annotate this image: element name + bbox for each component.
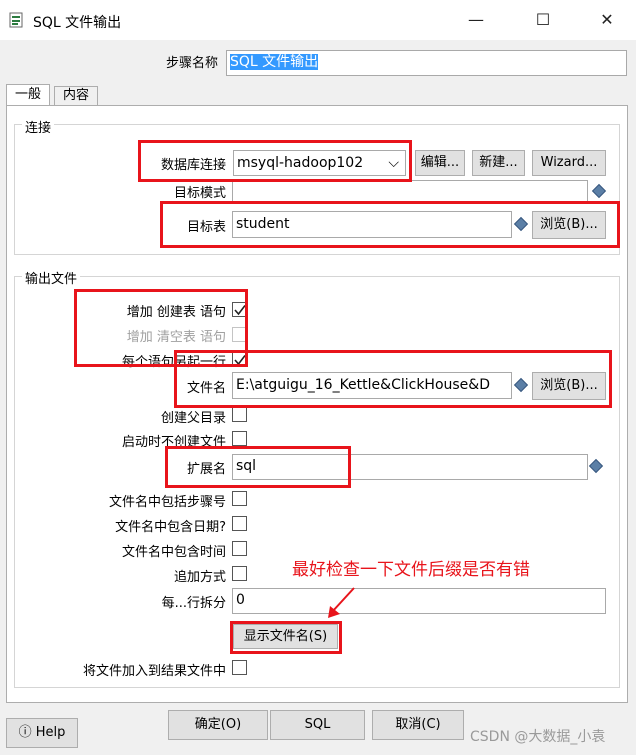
create-parent-checkbox[interactable] [232, 407, 247, 422]
cancel-button[interactable]: 取消(C) [372, 710, 464, 740]
filename-input[interactable]: E:\atguigu_16_Kettle&ClickHouse&D [232, 372, 512, 399]
wizard-button[interactable]: Wizard... [532, 150, 606, 176]
step-name-input[interactable]: SQL 文件输出 [226, 50, 627, 76]
include-step-checkbox[interactable] [232, 491, 247, 506]
add-create-label: 增加 创建表 语句 [126, 305, 226, 320]
include-date-checkbox[interactable] [232, 516, 247, 531]
include-date-label: 文件名中包含日期? [115, 520, 226, 535]
append-label: 追加方式 [173, 570, 226, 585]
maximize-icon: ☐ [535, 10, 551, 29]
split-every-input[interactable]: 0 [232, 588, 606, 614]
new-button[interactable]: 新建... [472, 150, 525, 176]
add-create-checkbox[interactable] [232, 302, 247, 317]
connection-group-label: 连接 [22, 117, 55, 136]
include-step-label: 文件名中包括步骤号 [108, 495, 226, 510]
include-time-checkbox[interactable] [232, 541, 247, 556]
no-create-checkbox[interactable] [232, 431, 247, 446]
filename-label: 文件名 [186, 381, 226, 396]
output-group-label: 输出文件 [22, 268, 81, 287]
target-table-label: 目标表 [186, 220, 226, 235]
tab-general[interactable]: 一般 [6, 84, 50, 106]
sql-button[interactable]: SQL [270, 710, 365, 740]
db-connection-label: 数据库连接 [160, 158, 226, 173]
close-button[interactable]: ✕ [584, 0, 630, 40]
chevron-down-icon: ⌵ [388, 155, 399, 171]
add-to-result-label: 将文件加入到结果文件中 [82, 664, 226, 679]
help-button[interactable]: ⓘ Help [6, 718, 78, 748]
annotation-arrow-icon [328, 587, 355, 618]
step-name-value: SQL 文件输出 [230, 54, 319, 70]
split-every-label: 每...行拆分 [161, 596, 226, 611]
add-to-result-checkbox[interactable] [232, 660, 247, 675]
target-schema-label: 目标模式 [173, 186, 226, 201]
watermark: CSDN @大数据_小袁 [470, 729, 606, 745]
edit-button[interactable]: 编辑... [415, 150, 465, 176]
window-title: SQL 文件输出 [33, 15, 122, 31]
minimize-icon: — [468, 10, 484, 29]
extension-label: 扩展名 [186, 462, 226, 477]
target-schema-input[interactable] [232, 180, 588, 202]
close-icon: ✕ [600, 10, 614, 29]
ok-button[interactable]: 确定(O) [168, 710, 268, 740]
no-create-label: 启动时不创建文件 [121, 435, 226, 450]
minimize-button[interactable]: — [453, 0, 499, 40]
include-time-label: 文件名中包含时间 [121, 545, 226, 560]
step-name-label: 步骤名称 [165, 56, 218, 71]
browse-table-button[interactable]: 浏览(B)... [532, 211, 606, 239]
app-icon [9, 12, 23, 28]
tab-content[interactable]: 内容 [54, 86, 98, 106]
extension-input[interactable]: sql [232, 454, 588, 480]
append-checkbox[interactable] [232, 566, 247, 581]
each-statement-label: 每个语句另起一行 [121, 355, 226, 370]
target-table-input[interactable]: student [232, 211, 512, 238]
maximize-button[interactable]: ☐ [520, 0, 566, 40]
add-truncate-checkbox[interactable] [232, 327, 247, 342]
db-connection-select[interactable]: msyql-hadoop102 ⌵ [233, 150, 406, 176]
help-icon: ⓘ [18, 725, 32, 740]
browse-file-button[interactable]: 浏览(B)... [532, 372, 606, 400]
annotation-text: 最好检查一下文件后缀是否有错 [292, 560, 530, 580]
each-statement-checkbox[interactable] [232, 352, 247, 367]
add-truncate-label: 增加 清空表 语句 [126, 330, 226, 345]
create-parent-label: 创建父目录 [160, 411, 226, 426]
show-filenames-button[interactable]: 显示文件名(S) [233, 624, 338, 649]
